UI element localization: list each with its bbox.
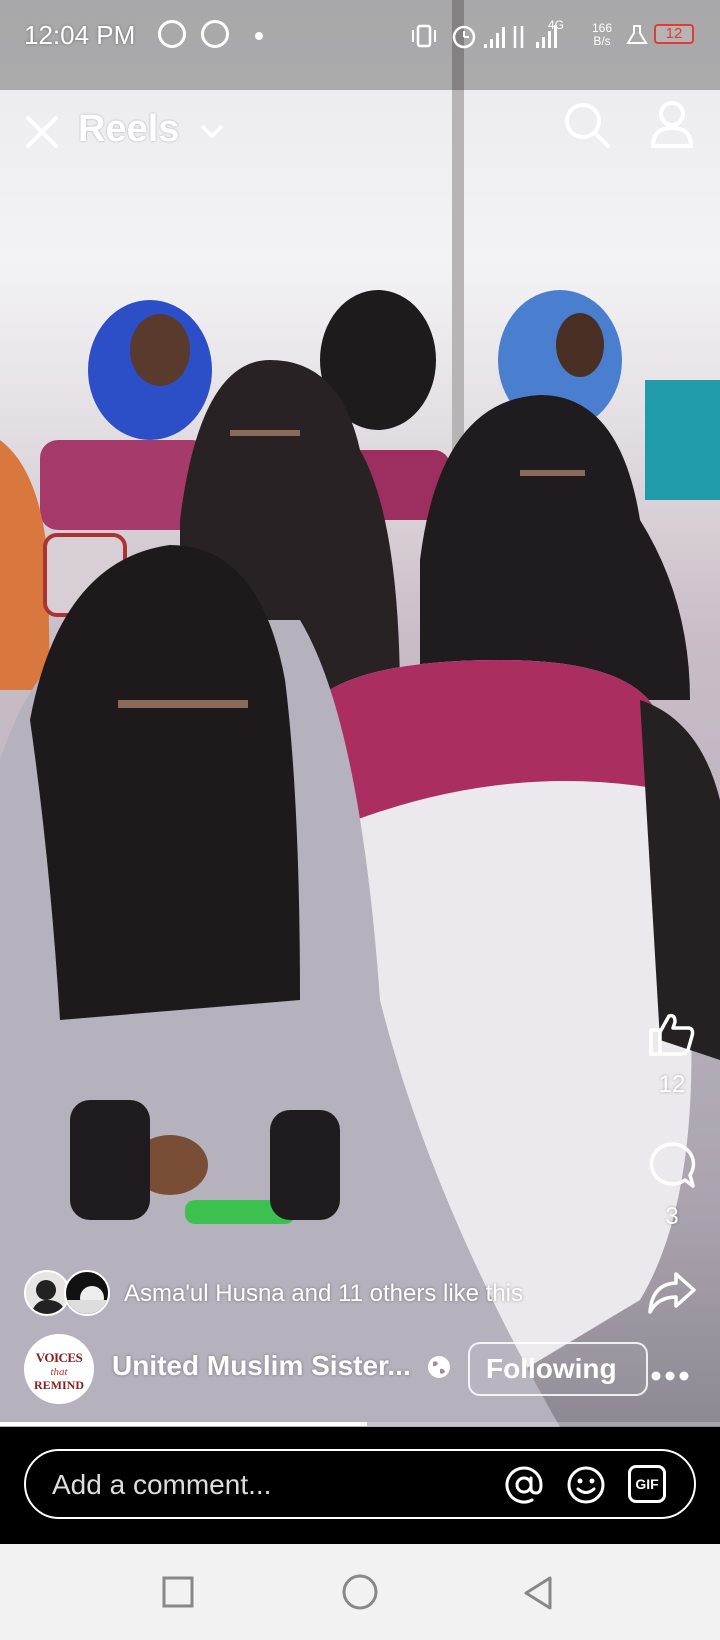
more-notifications-dot-icon [255, 32, 263, 40]
share-icon[interactable] [646, 1270, 698, 1316]
page-avatar[interactable]: VOICES that REMIND [24, 1334, 94, 1404]
avatar [64, 1270, 110, 1316]
comment-box[interactable]: GIF [24, 1449, 696, 1519]
network-type: 4G [548, 18, 565, 32]
liked-by-row[interactable]: Asma'ul Husna and 11 others like this [24, 1270, 523, 1318]
like-action[interactable]: 12 [642, 1010, 702, 1099]
profile-icon[interactable] [650, 100, 694, 148]
triangle-back-icon[interactable] [520, 1574, 556, 1614]
emoji-icon[interactable] [566, 1465, 606, 1505]
video-progress-fill [0, 1422, 368, 1426]
video-progress-bar[interactable] [0, 1422, 720, 1426]
globe-icon [428, 1356, 450, 1378]
lab-flask-icon [626, 25, 648, 44]
vibrate-icon [412, 24, 436, 48]
status-bar: 12:04 PM 4G 166 B/s 12 [0, 0, 720, 72]
thumbs-up-icon[interactable] [647, 1010, 697, 1058]
share-action[interactable] [642, 1270, 702, 1321]
video-frame-image [0, 0, 720, 1427]
gif-icon[interactable]: GIF [628, 1465, 666, 1503]
battery-indicator: 12 [654, 24, 694, 44]
whatsapp-notification-icon [201, 20, 229, 48]
likes-summary: Asma'ul Husna and 11 others like this [124, 1280, 524, 1307]
like-count: 12 [658, 1071, 686, 1098]
comment-input[interactable] [50, 1463, 474, 1507]
system-nav-bar [0, 1544, 720, 1640]
page-info-row: VOICES that REMIND United Muslim Sister.… [24, 1332, 704, 1404]
whatsapp-notification-icon [158, 20, 186, 48]
more-icon[interactable] [650, 1370, 690, 1382]
page-title[interactable]: Reels [78, 108, 179, 151]
comment-count: 3 [665, 1203, 679, 1230]
reel-video[interactable] [0, 0, 720, 1427]
following-button[interactable]: Following [468, 1342, 648, 1396]
network-speed: 166 B/s [592, 21, 613, 48]
status-icons [412, 24, 557, 49]
at-icon[interactable] [504, 1465, 544, 1505]
status-time: 12:04 PM [24, 20, 136, 50]
comment-action[interactable]: 3 [642, 1140, 702, 1231]
comment-icon[interactable] [647, 1140, 697, 1190]
signal-icon [484, 27, 505, 48]
chevron-down-icon[interactable] [200, 124, 224, 140]
square-icon[interactable] [160, 1574, 196, 1610]
page-name[interactable]: United Muslim Sister... [112, 1350, 411, 1382]
liker-avatars [24, 1270, 112, 1318]
search-icon[interactable] [562, 100, 612, 150]
circle-icon[interactable] [340, 1574, 380, 1614]
alarm-icon [452, 25, 476, 49]
close-icon[interactable] [22, 112, 62, 152]
data-arrows-icon [513, 26, 524, 48]
comment-area: GIF [0, 1427, 720, 1544]
